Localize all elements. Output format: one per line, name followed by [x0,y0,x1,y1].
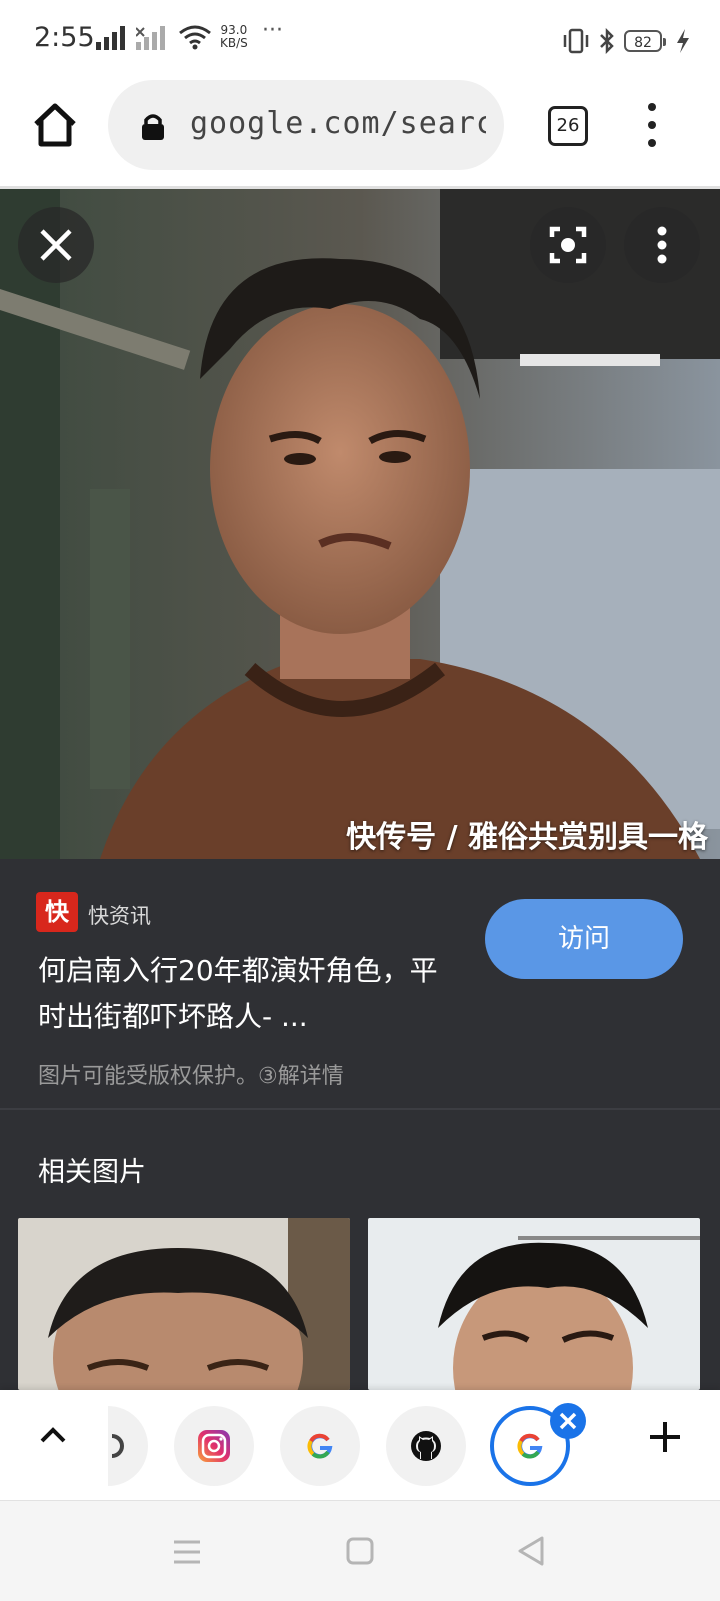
image-watermark: 快传号 / 雅俗共赏别具一格 [346,820,708,855]
new-tab-plus-icon[interactable] [648,1420,682,1454]
tab-instagram[interactable] [174,1406,254,1486]
image-more-button[interactable] [624,207,700,283]
status-time: 2:55 [34,22,95,53]
partial-tab-icon [111,1434,124,1458]
home-nav-icon[interactable] [346,1537,374,1565]
signal-no-service-icon [136,26,165,50]
speed-unit: KB/S [220,36,248,50]
related-image-thumbnail[interactable] [18,1218,350,1390]
chevron-up-icon[interactable] [38,1420,68,1450]
close-viewer-button[interactable] [18,207,94,283]
overflow-menu-icon[interactable] [644,103,660,151]
lock-icon [142,114,164,140]
lens-icon [549,226,587,264]
tab-github[interactable] [386,1406,466,1486]
copyright-notice[interactable]: 图片可能受版权保护。③解详情 [38,1058,344,1090]
search-result-image [0,189,720,859]
url-text: google.com/search?q [190,106,486,141]
tab-google[interactable] [280,1406,360,1486]
close-icon [559,1412,577,1430]
status-bar: 2:55 93.0 KB/S ··· 82 [0,0,720,78]
close-icon [40,229,72,261]
more-notifications-icon: ··· [262,18,283,43]
wifi-icon [179,25,211,50]
vibrate-icon [563,28,589,54]
close-tab-button[interactable] [550,1403,586,1439]
google-icon [307,1433,333,1459]
browser-toolbar: google.com/search?q 26 [0,78,720,186]
tab-strip [0,1390,720,1500]
recent-apps-icon[interactable] [172,1539,202,1565]
network-speed: 93.0 KB/S [220,24,248,50]
more-vert-icon [657,226,667,264]
source-logo: 快 [36,892,78,932]
bluetooth-icon [600,28,614,54]
battery-indicator: 82 [624,30,666,52]
related-image-thumbnail[interactable] [368,1218,700,1390]
related-images-heading: 相关图片 [38,1157,146,1188]
instagram-icon [198,1430,230,1462]
result-title-link[interactable]: 何启南入行20年都演奸角色，平时出街都吓坏路人- ... [38,948,458,1040]
system-navigation-bar [0,1500,720,1601]
signal-icon [96,26,125,50]
tab-switcher-button[interactable]: 26 [548,106,588,146]
lens-search-button[interactable] [530,207,606,283]
charging-icon [677,29,689,53]
back-nav-icon[interactable] [516,1535,546,1567]
tab-partial[interactable] [108,1406,148,1486]
source-name: 快资讯 [88,904,151,928]
visit-button[interactable]: 访问 [485,899,683,979]
home-icon[interactable] [30,100,80,150]
panel-divider [0,1108,720,1110]
github-icon [411,1431,441,1461]
address-bar[interactable]: google.com/search?q [108,80,504,170]
